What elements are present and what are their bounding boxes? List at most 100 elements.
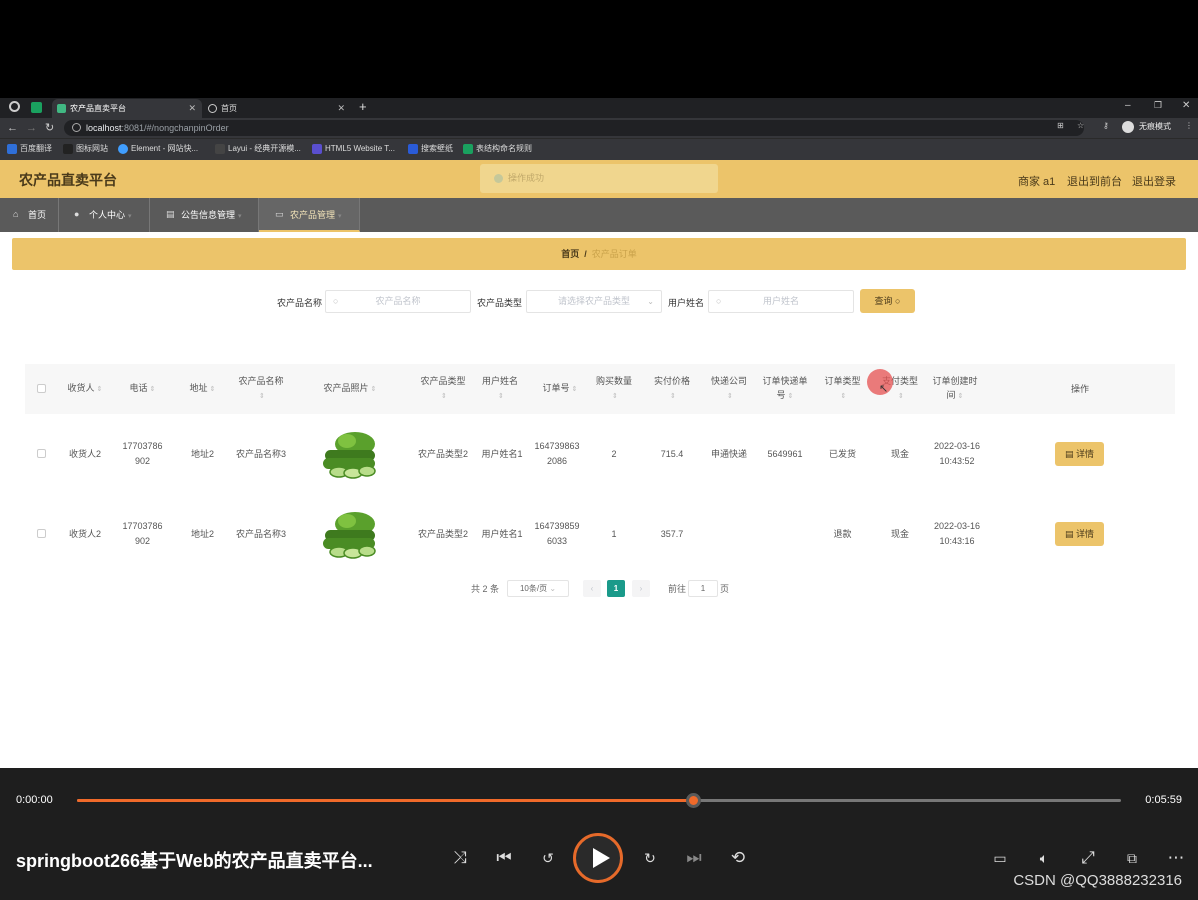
repeat-icon[interactable]: ⟲ [726, 847, 750, 869]
column-header[interactable]: 农产品名称 ⇕ [230, 364, 292, 414]
web-page: 农产品直卖平台 操作成功 商家 a1 退出到前台 退出登录 ⌂ 首页 ● 个人中心 ▾… [0, 160, 1198, 768]
app-icon[interactable] [31, 102, 42, 113]
csdn-watermark: CSDN @QQ3888232316 [1013, 872, 1182, 889]
column-header[interactable]: 用户姓名 ⇕ [475, 364, 525, 414]
browser-menu-icon[interactable] [9, 101, 20, 112]
shuffle-icon[interactable]: ⤨ [448, 847, 472, 869]
browser-chrome: 农产品直卖平台 ✕ 首页 ✕ + – ❐ ✕ ← → ↻ localhost:8… [0, 98, 1198, 160]
new-tab-button[interactable]: + [359, 99, 367, 114]
cell-phone: 17703786902 [122, 521, 163, 546]
bookmark-item[interactable]: 表结构命名规则 [463, 143, 532, 155]
product-name-label: 农产品名称 [277, 298, 323, 308]
bookmark-item[interactable]: 图标网站 [63, 143, 108, 155]
forward-icon[interactable]: → [26, 120, 37, 136]
column-header[interactable]: 订单创建时间 ⇕ [930, 364, 980, 414]
tab-label: 首页 [221, 104, 237, 113]
bookmark-label: Layui - 经典开源模... [228, 144, 301, 153]
user-icon: ● [74, 209, 80, 219]
back-to-front-link[interactable]: 退出到前台 [1067, 173, 1122, 189]
breadcrumb-home[interactable]: 首页 [561, 249, 579, 259]
bookmark-item[interactable]: Layui - 经典开源模... [215, 143, 301, 155]
search-button-label: 查询 [874, 296, 893, 306]
column-header[interactable]: 订单快递单号 ⇕ [760, 364, 810, 414]
column-header[interactable]: 订单号 ⇕ [530, 364, 590, 414]
video-player: 0:00:00 0:05:59 springboot266基于Web的农产品直卖… [0, 768, 1198, 900]
bookmark-item[interactable]: 搜索壁纸 [408, 143, 453, 155]
translate-icon[interactable]: ⊞ [1057, 121, 1064, 130]
product-name-input[interactable]: ○ 农产品名称 [325, 290, 471, 313]
chevron-down-icon: ▾ [238, 213, 242, 220]
bookmark-item[interactable]: Element - 网站快... [118, 143, 198, 155]
detail-button[interactable]: ▤ 详情 [1055, 442, 1104, 466]
volume-icon[interactable]: 🔈︎ [1032, 847, 1056, 869]
bookmark-item[interactable]: HTML5 Website T... [312, 143, 395, 155]
document-icon: ▤ [1064, 449, 1074, 459]
site-header: 农产品直卖平台 操作成功 商家 a1 退出到前台 退出登录 [0, 160, 1198, 198]
user-name-input[interactable]: ○ 用户姓名 [708, 290, 854, 313]
nav-product[interactable]: ▭ 农产品管理 ▾ [259, 198, 360, 232]
next-page-button[interactable]: › [632, 580, 650, 597]
logout-link[interactable]: 退出登录 [1132, 173, 1176, 189]
goto-page-input[interactable]: 1 [688, 580, 718, 597]
bookmark-item[interactable]: 百度翻译 [7, 143, 52, 155]
key-icon[interactable]: ⚷ [1103, 121, 1109, 130]
cell-order-no: 1647398632086 [534, 441, 580, 466]
column-header[interactable]: 电话 ⇕ [115, 364, 170, 414]
play-button[interactable] [573, 833, 623, 883]
column-header[interactable]: 农产品类型 ⇕ [415, 364, 471, 414]
star-icon[interactable]: ☆ [1077, 121, 1084, 130]
column-header[interactable]: 地址 ⇕ [175, 364, 230, 414]
miniplayer-icon[interactable]: ⧉ [1120, 847, 1144, 869]
column-header[interactable]: 订单类型 ⇕ [820, 364, 865, 414]
row-checkbox[interactable] [37, 529, 46, 538]
nav-profile[interactable]: ● 个人中心 ▾ [59, 198, 150, 232]
search-button[interactable]: 查询 ○ [860, 289, 915, 313]
incognito-label[interactable]: 无痕模式 [1139, 121, 1171, 132]
url-field[interactable]: localhost:8081/#/nongchanpinOrder [64, 120, 1084, 136]
next-icon[interactable]: ⏭ [682, 847, 706, 869]
column-header[interactable]: 快递公司 ⇕ [705, 364, 753, 414]
seek-thumb[interactable] [685, 793, 701, 808]
rewind-10-icon[interactable]: ↺ [536, 847, 560, 869]
detail-button[interactable]: ▤ 详情 [1055, 522, 1104, 546]
more-icon[interactable]: ⋯ [1164, 847, 1188, 869]
column-header[interactable]: 购买数量 ⇕ [593, 364, 635, 414]
column-header[interactable]: 农产品照片 ⇕ [295, 364, 405, 414]
minimize-icon[interactable]: – [1125, 100, 1131, 111]
reload-icon[interactable]: ↻ [45, 120, 54, 136]
select-all-checkbox[interactable] [37, 384, 46, 393]
page-size-select[interactable]: 10条/页 ⌄ [507, 580, 569, 597]
restore-icon[interactable]: ❐ [1154, 100, 1162, 111]
url-host: localhost [86, 123, 122, 133]
tab-bar: 农产品直卖平台 ✕ 首页 ✕ + – ❐ ✕ [0, 98, 1198, 118]
cell-receiver: 收货人2 [68, 528, 101, 539]
prev-page-button[interactable]: ‹ [583, 580, 601, 597]
column-header[interactable]: 实付价格 ⇕ [647, 364, 697, 414]
bookmarks-bar: 百度翻译 图标网站 Element - 网站快... Layui - 经典开源模… [0, 138, 1198, 160]
back-icon[interactable]: ← [7, 120, 18, 136]
row-checkbox[interactable] [37, 449, 46, 458]
mouse-pointer-icon: ↖ [879, 383, 889, 395]
cell-created: 2022-03-16 10:43:52 [933, 441, 981, 466]
tab-home[interactable]: 首页 ✕ [203, 99, 351, 118]
more-icon[interactable]: ⋮ [1185, 121, 1193, 130]
chevron-down-icon: ▾ [128, 213, 132, 220]
toast-message: 操作成功 [508, 173, 545, 183]
tab-platform[interactable]: 农产品直卖平台 ✕ [52, 99, 202, 118]
subtitles-icon[interactable]: ▭ [988, 847, 1012, 869]
close-icon[interactable]: ✕ [188, 99, 196, 118]
fullscreen-icon[interactable]: ⤢ [1076, 847, 1100, 869]
forward-30-icon[interactable]: ↻ [638, 847, 662, 869]
play-icon [593, 848, 610, 868]
close-icon[interactable]: ✕ [337, 99, 345, 118]
cell-product-name: 农产品名称3 [235, 448, 286, 459]
close-window-icon[interactable]: ✕ [1182, 100, 1190, 111]
nav-home[interactable]: ⌂ 首页 [0, 198, 59, 232]
cell-price: 357.7 [660, 528, 684, 539]
previous-icon[interactable]: ⏮ [492, 847, 516, 869]
seek-bar[interactable] [77, 793, 1121, 808]
column-header[interactable]: 收货人 ⇕ [60, 364, 110, 414]
product-type-select[interactable]: 请选择农产品类型 ⌄ [526, 290, 662, 313]
nav-notice[interactable]: ▤ 公告信息管理 ▾ [150, 198, 259, 232]
current-page[interactable]: 1 [607, 580, 625, 597]
